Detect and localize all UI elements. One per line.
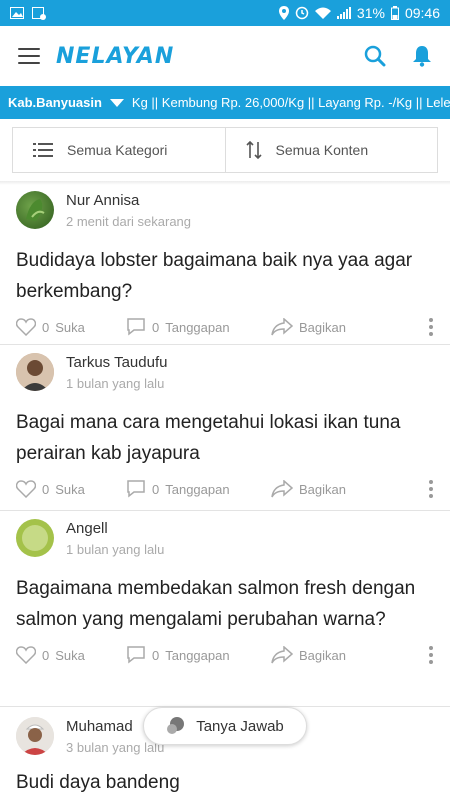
like-count: 0	[42, 319, 50, 335]
more-options-icon[interactable]	[428, 318, 434, 336]
reply-count: 0	[152, 319, 160, 335]
heart-icon	[16, 646, 36, 664]
heart-icon	[16, 480, 36, 498]
menu-icon[interactable]	[18, 48, 40, 64]
gallery-icon	[10, 7, 24, 19]
category-filter-label: Semua Kategori	[67, 142, 168, 158]
reply-count: 0	[152, 481, 160, 497]
filter-bar: Semua Kategori Semua Konten	[0, 119, 450, 181]
post-card[interactable]: Tarkus Taudufu 1 bulan yang lalu Bagai m…	[0, 345, 450, 511]
like-button[interactable]: 0 Suka	[16, 646, 126, 664]
clock: 09:46	[404, 5, 440, 21]
search-icon[interactable]	[364, 45, 386, 67]
post-time: 1 bulan yang lalu	[66, 541, 165, 557]
avatar[interactable]	[16, 519, 54, 557]
question-text[interactable]: Bagai mana cara mengetahui lokasi ikan t…	[16, 407, 434, 469]
share-button[interactable]: Bagikan	[271, 646, 428, 664]
battery-icon	[390, 6, 399, 20]
author-name[interactable]: Angell	[66, 520, 164, 537]
share-icon	[271, 646, 293, 664]
author-name[interactable]: Tarkus Taudufu	[66, 354, 167, 371]
notification-bell-icon[interactable]	[412, 45, 432, 67]
app-bar: NELAYAN	[0, 26, 450, 86]
signal-icon	[336, 7, 351, 19]
reply-label: Tanggapan	[165, 319, 230, 335]
sort-icon	[245, 140, 262, 160]
like-label: Suka	[55, 647, 85, 663]
battery-percent: 31%	[356, 5, 385, 21]
reply-count: 0	[152, 647, 160, 663]
share-label: Bagikan	[299, 647, 346, 663]
location-label: Kab.Banyuasin	[8, 95, 102, 110]
category-filter[interactable]: Semua Kategori	[12, 127, 226, 173]
share-icon	[271, 318, 293, 336]
avatar[interactable]	[16, 717, 54, 755]
comment-icon	[127, 318, 145, 336]
price-ticker: Kab.Banyuasin Kg || Kembung Rp. 26,000/K…	[0, 86, 450, 119]
like-count: 0	[42, 481, 50, 497]
ask-question-button[interactable]: Tanya Jawab	[143, 707, 307, 745]
share-label: Bagikan	[299, 319, 346, 335]
reply-button[interactable]: 0 Tanggapan	[126, 646, 271, 664]
ask-question-label: Tanya Jawab	[196, 717, 284, 735]
reply-button[interactable]: 0 Tanggapan	[126, 318, 271, 336]
list-icon	[33, 142, 53, 158]
location-selector[interactable]: Kab.Banyuasin	[0, 95, 124, 110]
reply-label: Tanggapan	[165, 481, 230, 497]
location-icon	[278, 6, 289, 20]
dropdown-caret-icon	[109, 98, 124, 107]
post-time: 1 bulan yang lalu	[66, 375, 165, 391]
post-time: 3 bulan yang lalu	[66, 739, 165, 755]
wifi-icon	[314, 7, 331, 19]
more-options-icon[interactable]	[428, 646, 434, 664]
status-bar: 31% 09:46	[0, 0, 450, 26]
share-button[interactable]: Bagikan	[271, 318, 428, 336]
like-label: Suka	[55, 481, 85, 497]
question-text[interactable]: Budidaya lobster bagaimana baik nya yaa …	[16, 245, 434, 307]
like-button[interactable]: 0 Suka	[16, 318, 126, 336]
content-filter-label: Semua Konten	[275, 142, 369, 158]
question-text[interactable]: Bagaimana membedakan salmon fresh dengan…	[16, 573, 434, 635]
like-count: 0	[42, 647, 50, 663]
price-marquee: Kg || Kembung Rp. 26,000/Kg || Layang Rp…	[131, 95, 450, 110]
share-label: Bagikan	[299, 481, 346, 497]
post-card[interactable]: Angell 1 bulan yang lalu Bagaimana membe…	[0, 511, 450, 707]
avatar[interactable]	[16, 353, 54, 391]
comment-icon	[127, 480, 145, 498]
calendar-notification-icon	[32, 7, 46, 20]
author-name[interactable]: Nur Annisa	[66, 192, 191, 209]
app-logo: NELAYAN	[56, 43, 175, 69]
post-card[interactable]: Nur Annisa 2 menit dari sekarang Budiday…	[0, 185, 450, 345]
like-button[interactable]: 0 Suka	[16, 480, 126, 498]
comment-icon	[127, 646, 145, 664]
share-icon	[271, 480, 293, 498]
content-filter[interactable]: Semua Konten	[225, 127, 438, 173]
more-options-icon[interactable]	[428, 480, 434, 498]
post-time: 2 menit dari sekarang	[66, 213, 192, 229]
chat-bubble-icon	[167, 717, 185, 734]
avatar[interactable]	[16, 191, 54, 229]
share-button[interactable]: Bagikan	[271, 480, 428, 498]
like-label: Suka	[55, 319, 85, 335]
alarm-icon	[295, 6, 309, 20]
heart-icon	[16, 318, 36, 336]
reply-label: Tanggapan	[165, 647, 230, 663]
question-text[interactable]: Budi daya bandeng	[16, 767, 434, 798]
reply-button[interactable]: 0 Tanggapan	[126, 480, 271, 498]
